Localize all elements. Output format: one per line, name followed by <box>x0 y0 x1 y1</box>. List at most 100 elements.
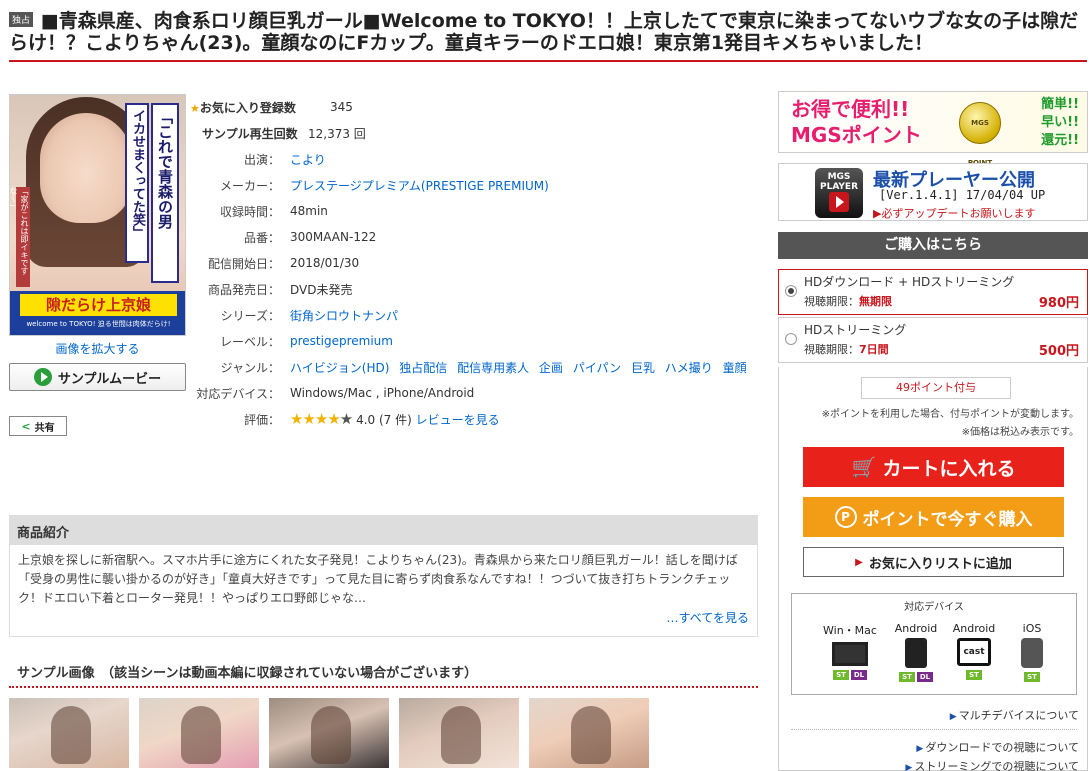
performer-link[interactable]: こより <box>290 151 760 168</box>
enlarge-image-link[interactable]: 画像を拡大する <box>9 340 186 357</box>
genre-link[interactable]: 配信専用素人 <box>457 361 529 375</box>
info-row-label: レーベル： prestigepremium <box>190 328 760 354</box>
genre-link[interactable]: 童顔 <box>723 361 747 375</box>
mgs-player-logo-icon: MGS PLAYER <box>815 168 863 218</box>
genre-list: ハイビジョン(HD) 独占配信 配信専用素人 企画 パイパン 巨乳 ハメ撮り 童… <box>290 359 760 376</box>
series-link[interactable]: 街角シロウトナンパ <box>290 307 760 324</box>
info-label: 配信開始日： <box>207 256 280 271</box>
genre-link[interactable]: 巨乳 <box>631 361 655 375</box>
triangle-right-icon: ▶ <box>916 744 924 754</box>
points-coin-icon: MGS POINT <box>959 102 1001 167</box>
sample-thumbnail[interactable] <box>529 698 649 768</box>
info-row-duration: 収録時間： 48min <box>190 198 760 224</box>
info-label: ジャンル： <box>220 360 280 375</box>
favorites-row: ★お気に入り登録数 345 <box>190 94 760 120</box>
rating-value: ★★★★★ 4.0 (7 件) レビューを見る <box>290 410 760 428</box>
option-price: 980円 <box>1038 296 1079 311</box>
device-android-cast: Android cast ST <box>952 622 996 680</box>
info-label: レーベル： <box>219 334 280 349</box>
product-title: ■青森県産、肉食系ロリ顔巨乳ガール■Welcome to TOKYO！！上京した… <box>9 10 1079 54</box>
product-cover-image[interactable]: 「家がこれは即イキですな〜」 イカせまくってた笑」 「これで青森の男 隙だらけ上… <box>9 94 186 336</box>
points-banner-side: 簡単!! 早い!! 還元!! <box>1041 97 1079 148</box>
sample-thumbnail[interactable] <box>399 698 519 768</box>
tax-note: ※価格は税込み表示です。 <box>961 427 1079 438</box>
info-row-rating: 評価： ★★★★★ 4.0 (7 件) レビューを見る <box>190 406 760 432</box>
purchase-option-radio[interactable] <box>785 333 797 345</box>
info-row-series: シリーズ： 街角シロウトナンパ <box>190 302 760 328</box>
label-link[interactable]: prestigepremium <box>290 334 760 348</box>
play-icon <box>33 368 52 386</box>
info-row-maker: メーカー： プレステージプレミアム(PRESTIGE PREMIUM) <box>190 172 760 198</box>
product-code-value: 300MAAN-122 <box>290 230 377 244</box>
cover-vertical-text-1: 「これで青森の男 <box>151 103 179 283</box>
favorites-count: 345 <box>330 100 353 114</box>
intro-text: 上京娘を探しに新宿駅へ。スマホ片手に途方にくれた女子発見！こよりちゃん(23)。… <box>18 553 738 605</box>
duration-value: 48min <box>290 204 328 218</box>
triangle-right-icon: ▶ <box>855 556 863 568</box>
genre-link[interactable]: ハメ撮り <box>665 361 713 375</box>
purchase-option-radio[interactable] <box>785 285 797 297</box>
review-link[interactable]: レビューを見る <box>416 413 500 427</box>
genre-link[interactable]: ハイビジョン(HD) <box>290 361 389 375</box>
sample-thumbnail[interactable] <box>139 698 259 768</box>
info-label: シリーズ： <box>220 308 280 323</box>
info-row-product-code: 品番： 300MAAN-122 <box>190 224 760 250</box>
device-android: Android ST DL <box>894 622 938 682</box>
add-to-cart-button[interactable]: 🛒 カートに入れる <box>803 447 1064 487</box>
divider <box>791 729 1077 730</box>
cover-face <box>40 113 132 223</box>
cover-banner-big: 隙だらけ上京娘 <box>20 294 177 316</box>
genre-link[interactable]: パイパン <box>573 361 621 375</box>
streaming-viewing-link[interactable]: ▶ ストリーミングでの視聴について <box>905 758 1079 771</box>
player-banner-version: [Ver.1.4.1] 17/04/04 UP <box>879 188 1046 202</box>
cover-bottom-banner: 隙だらけ上京娘 welcome to TOKYO! 迫る世間は肉体だらけ! <box>10 291 185 335</box>
info-label: 評価： <box>243 412 280 427</box>
triangle-right-icon: ▶ <box>905 763 913 771</box>
intro-more-link[interactable]: …すべてを見る <box>667 609 749 628</box>
ios-device-icon <box>1021 638 1043 668</box>
add-to-favorites-button[interactable]: ▶ お気に入りリストに追加 <box>803 547 1064 577</box>
intro-heading: 商品紹介 <box>9 515 758 545</box>
device-win-mac: Win・Mac ST DL <box>823 624 877 680</box>
cart-icon: 🛒 <box>851 455 877 479</box>
genre-link[interactable]: 独占配信 <box>399 361 447 375</box>
purchase-heading: ご購入はこちら <box>778 232 1088 259</box>
genre-link[interactable]: 企画 <box>539 361 563 375</box>
triangle-right-icon: ▶ <box>949 712 957 722</box>
sample-thumbnail[interactable] <box>269 698 389 768</box>
plays-count: 12,373 回 <box>308 126 366 141</box>
info-label: 収録時間： <box>219 204 280 219</box>
info-row-performer: 出演： こより <box>190 146 760 172</box>
option-name: HDストリーミング <box>804 323 907 337</box>
info-row-genre: ジャンル： ハイビジョン(HD) 独占配信 配信専用素人 企画 パイパン 巨乳 … <box>190 354 760 380</box>
mgs-player-banner[interactable]: MGS PLAYER 最新プレーヤー公開 [Ver.1.4.1] 17/04/0… <box>778 163 1088 221</box>
option-name: HDダウンロード + HDストリーミング <box>804 275 1015 289</box>
devices-heading: 対応デバイス <box>904 602 964 613</box>
exclusive-badge: 独占 <box>9 12 34 27</box>
mgs-points-banner[interactable]: お得で便利!! MGSポイント MGS POINT 簡単!! 早い!! 還元!! <box>778 91 1088 167</box>
sample-movie-button[interactable]: サンプルムービー <box>9 363 186 391</box>
purchase-option-hd-streaming[interactable]: HDストリーミング 視聴期限：7日間 500円 <box>778 317 1088 363</box>
maker-link[interactable]: プレステージプレミアム(PRESTIGE PREMIUM) <box>290 177 760 194</box>
point-icon: P <box>834 506 857 528</box>
multi-device-link[interactable]: ▶ マルチデバイスについて <box>950 707 1079 723</box>
info-label: 対応デバイス： <box>196 386 280 401</box>
release-date-value: 2018/01/30 <box>290 256 360 270</box>
download-viewing-link[interactable]: ▶ ダウンロードでの視聴について <box>916 739 1079 755</box>
sample-thumbnails <box>9 698 769 771</box>
cover-vertical-text-2: イカせまくってた笑」 <box>125 103 149 263</box>
sample-movie-label: サンプルムービー <box>57 371 162 387</box>
monitor-icon <box>832 642 868 666</box>
buy-with-points-button[interactable]: P ポイントで今すぐ購入 <box>803 497 1064 537</box>
option-limit: 視聴期限：無期限 <box>804 295 892 308</box>
points-banner-main: お得で便利!! MGSポイント <box>791 97 922 147</box>
share-button[interactable]: < 共有 <box>9 416 67 436</box>
sample-thumbnail[interactable] <box>9 698 129 768</box>
cover-side-text: 「家がこれは即イキですな〜」 <box>10 187 30 287</box>
share-icon: < <box>21 419 31 433</box>
info-row-dvd: 商品発売日： DVD未発売 <box>190 276 760 302</box>
points-badge: 49ポイント付与 <box>861 377 1011 399</box>
purchase-option-hd-download[interactable]: HDダウンロード + HDストリーミング 視聴期限：無期限 980円 <box>778 269 1088 315</box>
info-label: 商品発売日： <box>207 282 280 297</box>
info-label: 出演： <box>243 152 280 167</box>
